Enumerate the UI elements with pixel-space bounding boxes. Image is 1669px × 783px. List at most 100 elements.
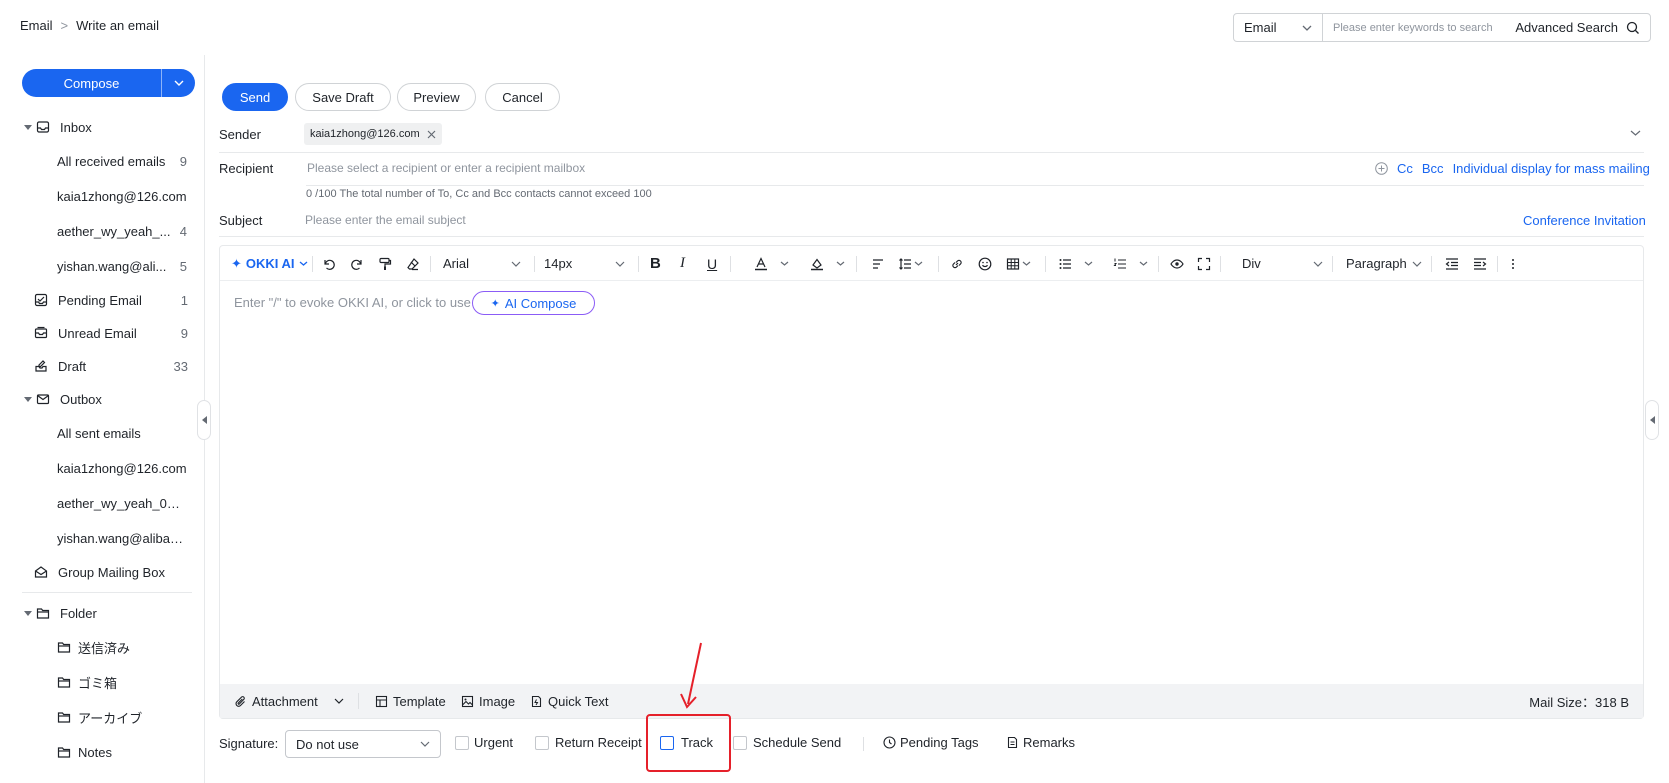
individual-display-link[interactable]: Individual display for mass mailing bbox=[1453, 161, 1650, 176]
sidebar-item-folder-notes[interactable]: Notes bbox=[57, 739, 187, 765]
search-type-select[interactable]: Email bbox=[1234, 14, 1323, 41]
font-family-select[interactable]: Arial bbox=[443, 246, 521, 281]
sidebar-item-inbox[interactable]: Inbox bbox=[22, 114, 192, 140]
attachment-dropdown[interactable] bbox=[334, 698, 344, 704]
folder-icon bbox=[57, 745, 71, 759]
schedule-send-checkbox[interactable] bbox=[733, 736, 747, 750]
caret-left-icon bbox=[201, 416, 207, 424]
signature-value: Do not use bbox=[296, 736, 359, 752]
sidebar-item-folder-sent[interactable]: 送信済み bbox=[57, 634, 187, 660]
fullscreen-button[interactable] bbox=[1197, 246, 1211, 281]
undo-button[interactable] bbox=[322, 246, 336, 281]
bullet-list-icon bbox=[1059, 258, 1071, 269]
clear-format-button[interactable] bbox=[406, 246, 420, 281]
sidebar-item-outbox-account[interactable]: yishan.wang@alibaba-... bbox=[57, 525, 187, 551]
redo-button[interactable] bbox=[350, 246, 364, 281]
recipient-input[interactable]: Please select a recipient or enter a rec… bbox=[307, 161, 585, 175]
subject-input[interactable]: Please enter the email subject bbox=[305, 213, 466, 227]
font-size-select[interactable]: 14px bbox=[544, 246, 625, 281]
remarks-button[interactable]: Remarks bbox=[1006, 735, 1075, 750]
chevron-down-icon[interactable] bbox=[1630, 130, 1641, 136]
sidebar-item-all-sent[interactable]: All sent emails bbox=[57, 420, 187, 446]
toolbar-separator bbox=[938, 256, 939, 272]
link-button[interactable] bbox=[950, 246, 964, 281]
more-options-button[interactable] bbox=[1511, 246, 1515, 281]
sidebar-item-inbox-account[interactable]: aether_wy_yeah_... 4 bbox=[57, 218, 187, 244]
sidebar-item-group-mailing[interactable]: Group Mailing Box bbox=[34, 559, 192, 585]
bold-button[interactable]: B bbox=[650, 246, 661, 281]
schedule-send-label[interactable]: Schedule Send bbox=[753, 735, 841, 750]
sidebar-item-folder-trash[interactable]: ゴミ箱 bbox=[57, 669, 187, 695]
sidebar-item-folder[interactable]: Folder bbox=[22, 600, 192, 626]
bullet-list-button[interactable] bbox=[1058, 246, 1093, 281]
cc-link[interactable]: Cc bbox=[1397, 161, 1413, 176]
add-circle-icon[interactable] bbox=[1375, 162, 1388, 175]
align-button[interactable] bbox=[871, 246, 885, 281]
highlight-color-button[interactable] bbox=[810, 246, 845, 281]
sidebar-item-inbox-account[interactable]: kaia1zhong@126.com bbox=[57, 183, 187, 209]
image-button[interactable]: Image bbox=[461, 694, 515, 709]
send-button[interactable]: Send bbox=[222, 83, 288, 111]
sidebar-item-outbox[interactable]: Outbox bbox=[22, 386, 192, 412]
collapse-sidebar-toggle[interactable] bbox=[197, 400, 211, 440]
indent-decrease-button[interactable] bbox=[1445, 246, 1459, 281]
return-receipt-label[interactable]: Return Receipt bbox=[555, 735, 642, 750]
advanced-search-button[interactable]: Advanced Search bbox=[1515, 20, 1650, 35]
emoji-button[interactable] bbox=[978, 246, 992, 281]
sender-chip[interactable]: kaia1zhong@126.com bbox=[304, 123, 442, 145]
sidebar-item-draft[interactable]: Draft 33 bbox=[34, 353, 192, 379]
conference-invitation-link[interactable]: Conference Invitation bbox=[1523, 213, 1646, 228]
attachment-button[interactable]: Attachment bbox=[234, 694, 318, 709]
sidebar-item-all-received[interactable]: All received emails 9 bbox=[57, 148, 187, 174]
block-type-select[interactable]: Div bbox=[1242, 246, 1323, 281]
preview-button[interactable]: Preview bbox=[397, 83, 476, 111]
urgent-checkbox[interactable] bbox=[455, 736, 469, 750]
toolbar-separator bbox=[430, 256, 431, 272]
close-icon[interactable] bbox=[427, 130, 436, 139]
advanced-search-label: Advanced Search bbox=[1515, 20, 1618, 35]
compose-main-button[interactable]: Compose bbox=[22, 76, 161, 91]
quick-text-button[interactable]: Quick Text bbox=[530, 694, 608, 709]
line-height-button[interactable] bbox=[898, 246, 923, 281]
chevron-down-icon bbox=[299, 261, 307, 266]
toolbar-separator bbox=[730, 256, 731, 272]
okki-ai-button[interactable]: ✦ OKKI AI bbox=[231, 246, 308, 281]
breadcrumb-root[interactable]: Email bbox=[20, 18, 53, 33]
sidebar-item-unread[interactable]: Unread Email 9 bbox=[34, 320, 192, 346]
okki-ai-label: OKKI AI bbox=[245, 256, 295, 271]
sidebar-item-pending[interactable]: Pending Email 1 bbox=[34, 287, 192, 313]
sidebar-item-outbox-account[interactable]: kaia1zhong@126.com bbox=[57, 455, 187, 481]
editor-body-placeholder[interactable]: Enter "/" to evoke OKKI AI, or click to … bbox=[234, 295, 471, 310]
sidebar-item-outbox-account[interactable]: aether_wy_yeah_01@... bbox=[57, 490, 187, 516]
template-button[interactable]: Template bbox=[375, 694, 446, 709]
pending-tags-button[interactable]: Pending Tags bbox=[883, 735, 979, 750]
sidebar-item-folder-archive[interactable]: アーカイブ bbox=[57, 704, 187, 730]
preview-toggle-button[interactable] bbox=[1170, 246, 1184, 281]
save-draft-button[interactable]: Save Draft bbox=[295, 83, 391, 111]
italic-button[interactable]: I bbox=[680, 246, 685, 281]
numbered-list-button[interactable] bbox=[1113, 246, 1148, 281]
caret-down-icon[interactable] bbox=[22, 396, 34, 402]
indent-increase-button[interactable] bbox=[1473, 246, 1487, 281]
signature-select[interactable]: Do not use bbox=[285, 730, 441, 758]
table-button[interactable] bbox=[1006, 246, 1031, 281]
return-receipt-checkbox[interactable] bbox=[535, 736, 549, 750]
collapse-right-panel-toggle[interactable] bbox=[1645, 400, 1659, 440]
cancel-button[interactable]: Cancel bbox=[485, 83, 560, 111]
caret-down-icon[interactable] bbox=[22, 610, 34, 616]
compose-dropdown-button[interactable] bbox=[161, 69, 195, 97]
urgent-label[interactable]: Urgent bbox=[474, 735, 513, 750]
paragraph-select[interactable]: Paragraph bbox=[1346, 246, 1422, 281]
ai-compose-button[interactable]: ✦ AI Compose bbox=[472, 291, 595, 315]
bcc-link[interactable]: Bcc bbox=[1422, 161, 1444, 176]
recipient-options: Cc Bcc Individual display for mass maili… bbox=[1375, 161, 1650, 176]
format-painter-button[interactable] bbox=[378, 246, 392, 281]
caret-down-icon[interactable] bbox=[22, 124, 34, 130]
font-color-button[interactable] bbox=[754, 246, 789, 281]
underline-icon: U bbox=[707, 255, 718, 272]
underline-button[interactable]: U bbox=[707, 246, 717, 281]
font-size-value: 14px bbox=[544, 256, 573, 271]
template-label: Template bbox=[393, 693, 446, 709]
search-input[interactable] bbox=[1323, 21, 1516, 34]
sidebar-item-inbox-account[interactable]: yishan.wang@ali... 5 bbox=[57, 253, 187, 279]
